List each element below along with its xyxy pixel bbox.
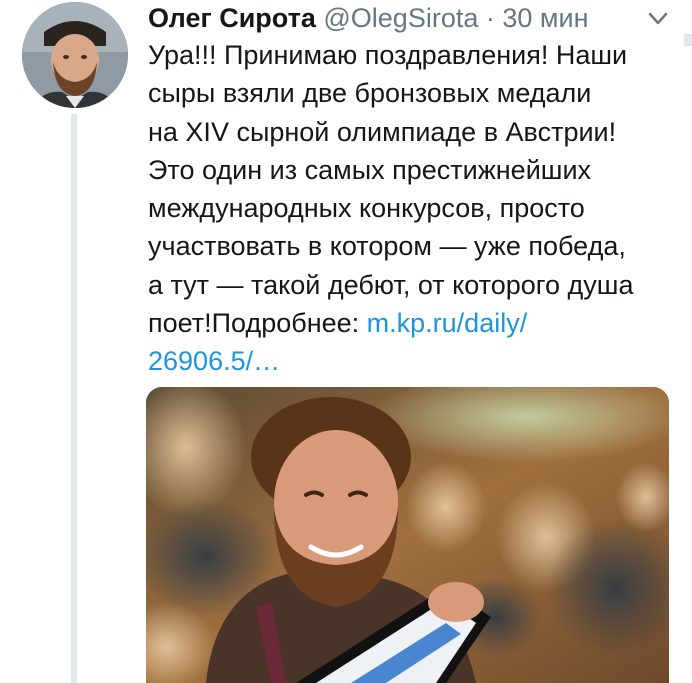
- author-display-name[interactable]: Олег Сирота: [148, 3, 316, 33]
- tweet-text-line: сыры взяли две бронзовых медали: [148, 78, 592, 109]
- tweet-text-line-last: поет!Подробнее: m.kp.ru/daily/: [148, 304, 678, 342]
- tweet[interactable]: Олег Сирота @OlegSirota · 30 мин Ура!!! …: [0, 0, 692, 683]
- tweet-text: Ура!!! Принимаю поздравления! Наши сыры …: [148, 36, 678, 381]
- thread-line: [71, 114, 77, 683]
- tweet-text-line: участвовать в котором — уже победа,: [148, 231, 626, 262]
- tweet-text-line: Ура!!! Принимаю поздравления! Наши: [148, 40, 628, 70]
- article-link[interactable]: m.kp.ru/daily/: [367, 308, 528, 338]
- tweet-text-line: международных конкурсов, просто: [148, 193, 585, 224]
- chevron-down-icon[interactable]: [648, 12, 668, 26]
- tweet-text-line: Это один из самых престижнейших: [148, 154, 592, 185]
- separator-dot: ·: [485, 3, 495, 33]
- tweet-text-fragment: поет!Подробнее:: [148, 308, 367, 339]
- tweet-header: Олег Сирота @OlegSirota · 30 мин: [148, 2, 588, 34]
- article-link-continued[interactable]: 26906.5/…: [148, 342, 678, 380]
- avatar[interactable]: [22, 2, 128, 108]
- tweet-text-line: а тут — такой дебют, от которого душа: [148, 269, 634, 300]
- tweet-text-line: на XIV сырной олимпиаде в Австрии!: [148, 116, 617, 147]
- tweet-photo[interactable]: [146, 387, 669, 683]
- scroll-indicator: [684, 34, 692, 46]
- tweet-timestamp[interactable]: 30 мин: [502, 3, 588, 33]
- author-handle[interactable]: @OlegSirota: [323, 3, 478, 33]
